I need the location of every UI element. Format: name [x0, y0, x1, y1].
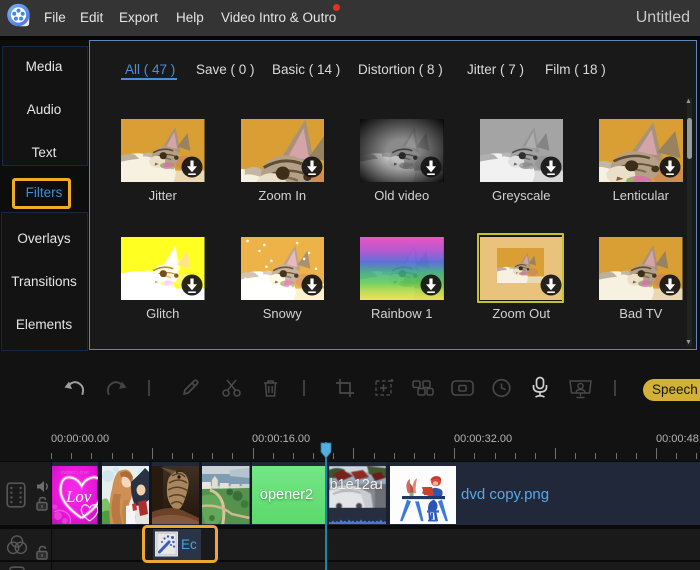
svg-text:Lον: Lον [65, 487, 92, 506]
svg-text:SWEET LOVE: SWEET LOVE [60, 470, 89, 475]
